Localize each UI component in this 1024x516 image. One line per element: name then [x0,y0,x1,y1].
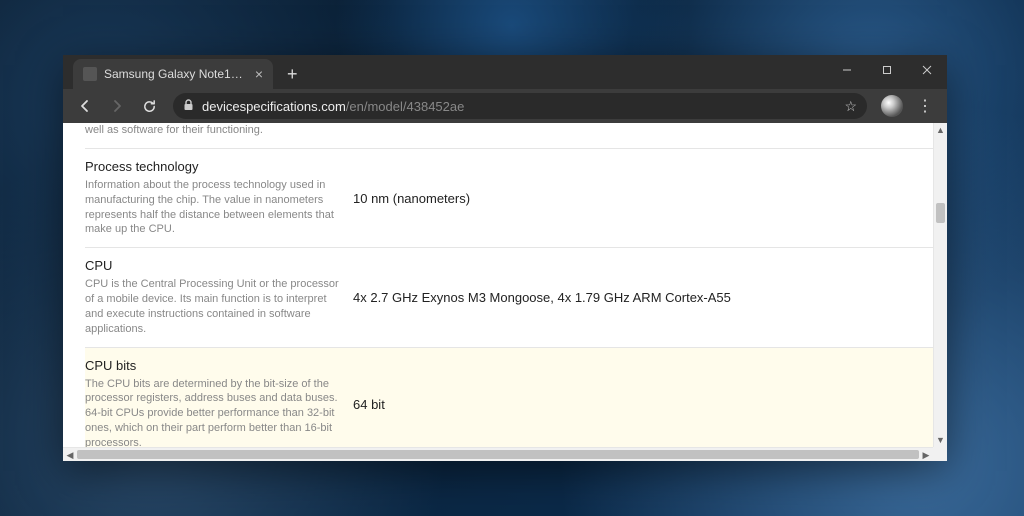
url-text: devicespecifications.com/en/model/438452… [202,99,464,114]
spec-title: Process technology [85,159,341,174]
spec-desc: well as software for their functioning. [85,123,341,138]
bookmark-button[interactable]: ☆ [844,98,857,115]
forward-button[interactable] [103,92,131,120]
scroll-corner [933,447,947,461]
spec-desc: CPU is the Central Processing Unit or th… [85,277,341,336]
scroll-up-button[interactable]: ▲ [934,123,947,137]
address-bar[interactable]: devicespecifications.com/en/model/438452… [173,93,867,119]
tab-title: Samsung Galaxy Note10 Lite - Sp [104,67,247,81]
toolbar: devicespecifications.com/en/model/438452… [63,89,947,123]
scroll-down-button[interactable]: ▼ [934,433,947,447]
window-controls [827,55,947,85]
horizontal-scroll-thumb[interactable] [77,450,919,459]
titlebar: Samsung Galaxy Note10 Lite - Sp × + [63,55,947,89]
horizontal-scrollbar[interactable]: ◀ ▶ [63,447,933,461]
new-tab-button[interactable]: + [287,65,298,83]
reload-button[interactable] [135,92,163,120]
url-host: devicespecifications.com [202,99,346,114]
browser-tab[interactable]: Samsung Galaxy Note10 Lite - Sp × [73,59,273,89]
spec-value: 64 bit [353,358,933,447]
spec-row-partial: well as software for their functioning. [85,123,933,149]
tab-favicon-icon [83,67,97,81]
maximize-button[interactable] [867,55,907,85]
menu-button[interactable]: ⋮ [911,96,939,116]
content-area: well as software for their functioning. … [63,123,947,461]
spec-title: CPU bits [85,358,341,373]
scroll-left-button[interactable]: ◀ [63,448,77,461]
browser-window: Samsung Galaxy Note10 Lite - Sp × + [63,55,947,461]
back-button[interactable] [71,92,99,120]
spec-row-highlight: CPU bits The CPU bits are determined by … [85,348,933,447]
spec-desc: Information about the process technology… [85,178,341,237]
lock-icon [183,99,194,114]
spec-value: 4x 2.7 GHz Exynos M3 Mongoose, 4x 1.79 G… [353,258,933,336]
minimize-button[interactable] [827,55,867,85]
spec-title: CPU [85,258,341,273]
spec-value: 10 nm (nanometers) [353,159,933,237]
page-content[interactable]: well as software for their functioning. … [63,123,933,447]
spec-row: Process technology Information about the… [85,149,933,248]
spec-desc: The CPU bits are determined by the bit-s… [85,377,341,447]
vertical-scrollbar[interactable]: ▲ ▼ [933,123,947,447]
close-window-button[interactable] [907,55,947,85]
spec-row: CPU CPU is the Central Processing Unit o… [85,248,933,347]
spec-value [353,123,933,138]
scroll-right-button[interactable]: ▶ [919,448,933,461]
url-path: /en/model/438452ae [346,99,465,114]
close-tab-button[interactable]: × [255,67,263,81]
profile-avatar[interactable] [881,95,903,117]
vertical-scroll-thumb[interactable] [936,203,945,223]
